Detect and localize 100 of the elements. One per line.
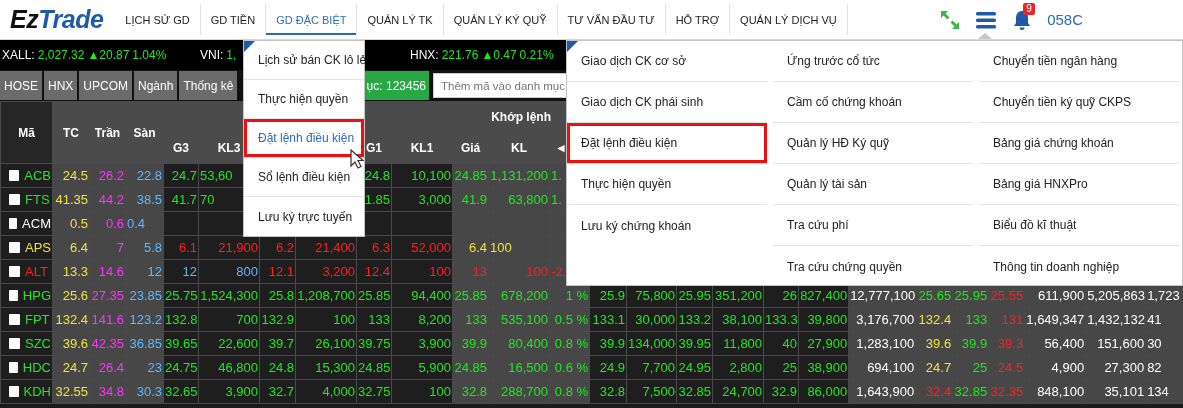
market-tab[interactable]: HNX [44, 71, 78, 100]
cell-value: 4,000 [322, 384, 355, 399]
cell-value: 25 [972, 360, 988, 375]
menu-item[interactable]: Quản lý tài sản [773, 164, 973, 205]
menu-item[interactable]: Giao dịch CK cơ sở [567, 41, 767, 82]
menu-item[interactable]: Giao dịch CK phái sinh [567, 82, 767, 123]
menu-item[interactable]: Thực hiện quyền [567, 164, 767, 205]
checkbox[interactable] [9, 242, 20, 253]
cell-value: 25.95 [678, 288, 712, 303]
cell-value: 132.4 [918, 312, 952, 327]
market-tab[interactable]: HOSE [0, 71, 42, 100]
checkbox[interactable] [9, 218, 18, 229]
cell-value: 26 [782, 288, 798, 303]
cell-value: 39,800 [807, 312, 848, 327]
cell-value: 133 [465, 312, 488, 327]
cell-value: 82 [1147, 360, 1162, 375]
cell-value: 678,200 [501, 288, 549, 303]
menu-item[interactable]: Đặt lệnh điều kiện [244, 119, 364, 158]
menu-item[interactable]: Thông tin doanh nghiệp [979, 246, 1179, 287]
cell-value: 36.85 [129, 336, 162, 351]
cell-value: 100 [333, 312, 355, 327]
menu-item[interactable]: Quản lý HĐ Ký quỹ [773, 123, 973, 164]
checkbox[interactable] [9, 194, 20, 205]
menu-item[interactable]: Tra cứu phí [773, 205, 973, 246]
nav-item[interactable]: QUẢN LÝ TK [357, 4, 444, 35]
cell-value: 24.5 [62, 168, 88, 183]
cell-value: 6.2 [275, 240, 294, 255]
menu-item[interactable]: Cầm cố chứng khoán [773, 82, 973, 123]
nav-item[interactable]: HỖ TRỢ [665, 4, 731, 35]
logo[interactable]: EzTrade [0, 0, 116, 39]
cell-value: 611,900 [1038, 288, 1085, 303]
nav-item[interactable]: TƯ VẤN ĐẦU TƯ [557, 4, 666, 35]
nav-item[interactable]: QUẢN LÝ DỊCH VỤ [730, 4, 848, 35]
menu-item[interactable]: Chuyển tiền ký quỹ CKPS [979, 82, 1179, 123]
menu-item[interactable]: Đặt lệnh điều kiện [567, 123, 767, 164]
checkbox[interactable] [9, 338, 20, 349]
cell-value: 24.85 [358, 360, 391, 375]
cell-value: 21,900 [218, 240, 258, 255]
cell-value: 141.6 [91, 312, 124, 327]
menu-item[interactable]: Bảng giá chứng khoán [979, 123, 1179, 164]
cell-value: 827,400 [800, 288, 848, 303]
nav-item[interactable]: QUẢN LÝ KÝ QUỸ [443, 4, 558, 35]
cell-value: 41.35 [55, 192, 88, 207]
cell-value: 13 [472, 264, 488, 279]
menu-item[interactable]: Ứng trước cổ tức [773, 41, 973, 82]
nav-item[interactable]: GD TIỀN [200, 4, 267, 35]
menu-item[interactable]: Lưu ký chứng khoán [567, 205, 767, 246]
cell-value: 22.8 [136, 168, 162, 183]
cell-value: 0.8 % [554, 336, 589, 351]
cell-value: 0.4 [127, 216, 146, 231]
checkbox[interactable] [9, 362, 18, 373]
menu-item[interactable]: Thực hiện quyền [244, 80, 364, 119]
market-tab[interactable]: Ngành [134, 71, 178, 100]
cell-value: 132.8 [165, 312, 198, 327]
nav-item[interactable]: GD ĐẶC BIỆT [266, 4, 358, 35]
market-tab[interactable]: Thống kê [179, 71, 238, 100]
cell-value: 32.8 [461, 384, 488, 399]
cell-value: 14.6 [98, 264, 124, 279]
cell-value: 32.8 [599, 384, 626, 399]
cell-value: 123.2 [129, 312, 162, 327]
checkbox[interactable] [9, 290, 18, 301]
market-tab[interactable]: UPCOM [79, 71, 133, 100]
checkbox[interactable] [9, 314, 20, 325]
corner-marker [244, 41, 255, 52]
cell-value: 26.4 [98, 360, 124, 375]
menu-item[interactable]: Lưu ký trực tuyến [244, 197, 364, 236]
cell-value: 32.4 [925, 384, 952, 399]
expand-icon[interactable] [939, 8, 962, 31]
cell-value: 26,100 [315, 336, 355, 351]
cell-value: 38,900 [807, 360, 848, 375]
index-label: VNI: [200, 48, 224, 62]
menu-item[interactable]: Biểu đồ kĩ thuật [979, 205, 1179, 246]
cell-value: 1,723 [1147, 288, 1180, 303]
cell-value: 1,432,132 [1087, 312, 1145, 327]
cell-value: -2. [551, 264, 567, 279]
notification-badge: 9 [1023, 2, 1035, 15]
corner-marker [567, 41, 578, 52]
cell-value: 34.8 [98, 384, 124, 399]
cell-value: 25 [782, 360, 798, 375]
cell-value: 56,400 [1044, 336, 1085, 351]
account-name[interactable]: 058C [1047, 11, 1083, 28]
cell-value: 7,500 [642, 384, 676, 399]
index-change: ▲0.47 [481, 48, 517, 62]
nav-item[interactable]: LỊCH SỬ GD [115, 4, 201, 35]
cell-value: 32.35 [990, 384, 1024, 399]
checkbox[interactable] [9, 170, 20, 181]
cell-value: 25.65 [918, 288, 952, 303]
checkbox[interactable] [9, 266, 20, 277]
menu-item[interactable]: Bảng giá HNXPro [979, 164, 1179, 205]
cell-value: 131 [1001, 312, 1024, 327]
menu-icon[interactable] [975, 9, 998, 30]
checkbox[interactable] [9, 386, 19, 397]
cell-value: 15,300 [315, 360, 355, 375]
index-percent: 0.21% [519, 48, 554, 62]
cell-value: 24.95 [678, 360, 712, 375]
index-label: XALL: [2, 48, 35, 62]
cell-value: 100 [429, 384, 452, 399]
menu-item[interactable]: Tra cứu chứng quyền [773, 246, 973, 287]
menu-item[interactable]: Chuyển tiền ngân hàng [979, 41, 1179, 82]
cell-value: 41 [1147, 312, 1162, 327]
